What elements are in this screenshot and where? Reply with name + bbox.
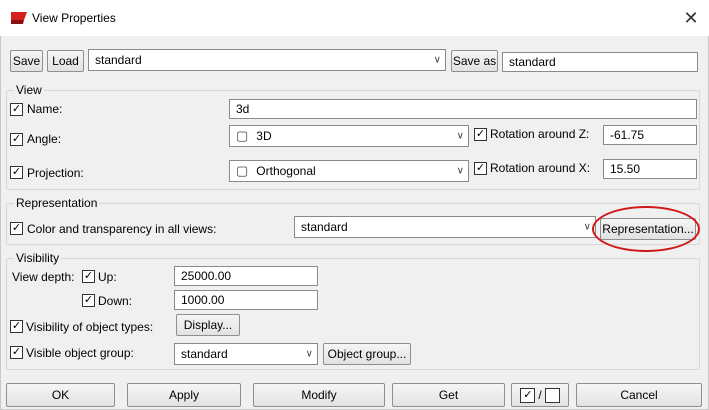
select-toggle-button[interactable]: ✓ / <box>511 383 569 407</box>
rotation-x-input[interactable]: 15.50 <box>603 159 697 179</box>
name-input[interactable]: 3d <box>229 99 697 119</box>
checked-box-icon: ✓ <box>520 387 536 403</box>
name-label: Name: <box>27 102 63 116</box>
color-transparency-select[interactable]: standard ∨ <box>294 216 596 238</box>
up-depth-input[interactable]: 25000.00 <box>174 266 318 286</box>
highlight-annotation-circle <box>592 206 700 252</box>
color-transparency-value: standard <box>301 220 348 234</box>
down-depth-input[interactable]: 1000.00 <box>174 290 318 310</box>
projection-checkbox[interactable]: ✓ <box>10 166 23 179</box>
rotation-z-checkbox[interactable]: ✓ <box>474 128 487 141</box>
name-checkbox[interactable]: ✓ <box>10 103 23 116</box>
load-button[interactable]: Load <box>47 50 84 72</box>
color-transparency-label: Color and transparency in all views: <box>27 222 217 236</box>
save-button[interactable]: Save <box>10 50 43 72</box>
window-title: View Properties <box>32 11 116 25</box>
up-checkbox[interactable]: ✓ <box>82 270 95 283</box>
save-as-name-input[interactable]: standard <box>502 52 698 72</box>
object-group-button[interactable]: Object group... <box>323 343 411 365</box>
down-checkbox[interactable]: ✓ <box>82 294 95 307</box>
preset-select-value: standard <box>95 53 142 67</box>
object-group-value: standard <box>181 347 228 361</box>
projection-label: Projection: <box>27 166 84 180</box>
rotation-x-label: Rotation around X: <box>490 161 591 175</box>
representation-group-label: Representation <box>14 196 100 210</box>
object-group-select[interactable]: standard ∨ <box>174 343 318 365</box>
color-transparency-checkbox[interactable]: ✓ <box>10 222 23 235</box>
angle-label: Angle: <box>27 132 62 146</box>
chevron-down-icon: ∨ <box>305 348 313 360</box>
apply-button[interactable]: Apply <box>127 383 241 407</box>
close-icon[interactable]: ✕ <box>678 5 704 31</box>
save-as-button[interactable]: Save as <box>451 50 498 72</box>
object-group-checkbox[interactable]: ✓ <box>10 346 23 359</box>
toggle-separator: / <box>538 388 542 402</box>
angle-select-value: 3D <box>256 129 272 143</box>
view-group-label: View <box>14 83 44 97</box>
rotation-z-label: Rotation around Z: <box>490 127 590 141</box>
display-button[interactable]: Display... <box>176 314 240 336</box>
cube-icon: ▢ <box>236 163 249 178</box>
projection-select[interactable]: ▢ Orthogonal ∨ <box>229 160 469 182</box>
object-types-label: Visibility of object types: <box>26 320 154 334</box>
rotation-x-checkbox[interactable]: ✓ <box>474 162 487 175</box>
chevron-down-icon: ∨ <box>433 54 441 66</box>
up-label: Up: <box>98 270 117 284</box>
chevron-down-icon: ∨ <box>456 130 464 142</box>
angle-select[interactable]: ▢ 3D ∨ <box>229 125 469 147</box>
chevron-down-icon: ∨ <box>456 165 464 177</box>
cube-icon: ▢ <box>236 128 249 143</box>
rotation-z-input[interactable]: -61.75 <box>603 125 697 145</box>
unchecked-box-icon <box>544 387 560 403</box>
object-group-label: Visible object group: <box>26 346 134 360</box>
cancel-button[interactable]: Cancel <box>576 383 702 407</box>
view-depth-label: View depth: <box>12 270 75 284</box>
angle-checkbox[interactable]: ✓ <box>10 133 23 146</box>
chevron-down-icon: ∨ <box>583 221 591 233</box>
ok-button[interactable]: OK <box>6 383 115 407</box>
preset-select[interactable]: standard ∨ <box>88 49 446 71</box>
modify-button[interactable]: Modify <box>253 383 385 407</box>
get-button[interactable]: Get <box>392 383 505 407</box>
app-logo-icon <box>11 12 27 24</box>
object-types-checkbox[interactable]: ✓ <box>10 320 23 333</box>
projection-select-value: Orthogonal <box>256 164 316 178</box>
down-label: Down: <box>98 294 133 308</box>
visibility-group-label: Visibility <box>14 251 62 265</box>
